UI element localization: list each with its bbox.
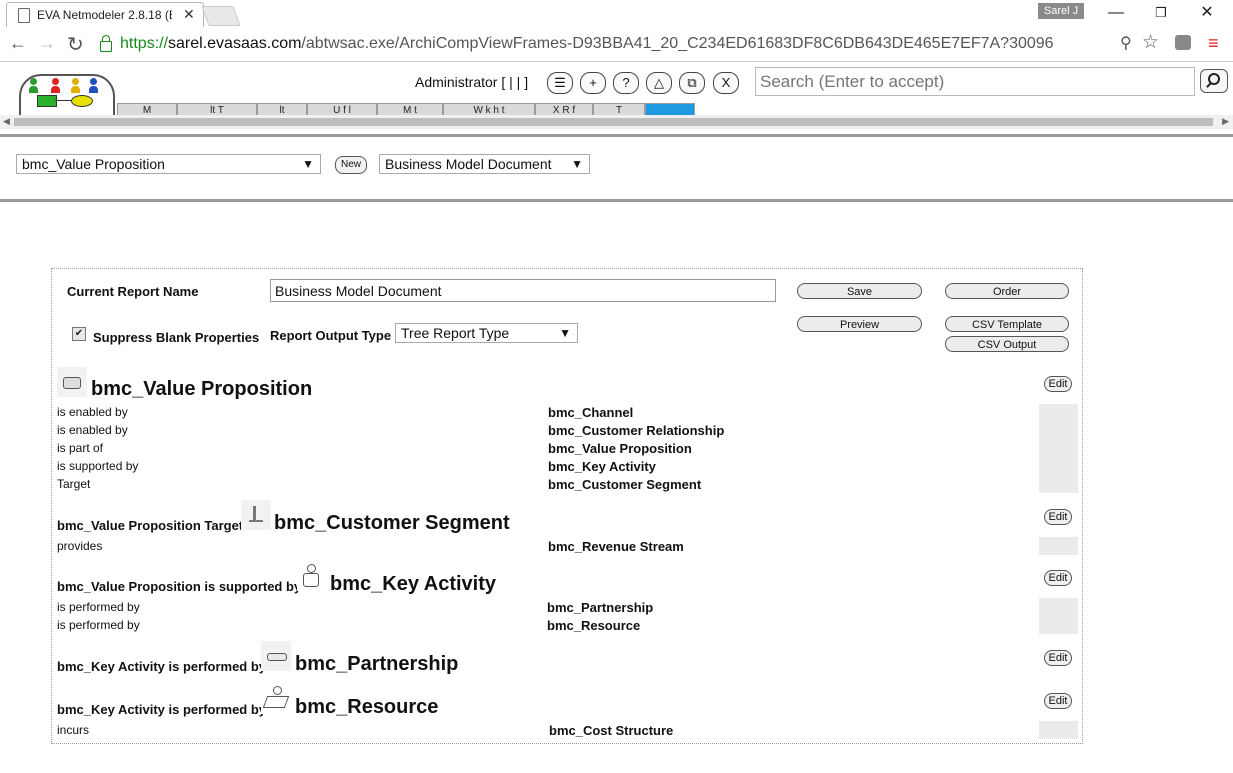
edit-area: [1039, 537, 1078, 555]
relation-label: is performed by: [57, 618, 140, 632]
suppress-blank-label: Suppress Blank Properties: [93, 330, 260, 345]
section-prefix: bmc_Value Proposition Target: [57, 518, 244, 533]
new-tab-button[interactable]: [201, 6, 241, 26]
section-prefix: bmc_Key Activity is performed by: [57, 659, 267, 674]
relation-label: is performed by: [57, 600, 140, 614]
add-button[interactable]: +: [580, 72, 606, 94]
relation-label: is part of: [57, 441, 104, 455]
dropdown-arrow-icon: ▼: [559, 326, 571, 340]
help-button[interactable]: ?: [613, 72, 639, 94]
report-name-input[interactable]: [270, 279, 776, 302]
section-title: bmc_Value Proposition: [91, 378, 313, 400]
window-button[interactable]: ⧉: [679, 72, 705, 94]
relation-label: is supported by: [57, 459, 139, 473]
resource-icon: [261, 684, 291, 714]
horizontal-scrollbar[interactable]: ◀ ▶: [0, 115, 1233, 129]
url-host: sarel.evasaas.com: [168, 35, 302, 52]
csv-output-button[interactable]: CSV Output: [945, 336, 1069, 352]
section-prefix: bmc_Key Activity is performed by: [57, 702, 267, 717]
extension-icon[interactable]: [1175, 35, 1191, 50]
csv-template-button[interactable]: CSV Template: [945, 316, 1069, 332]
edit-button[interactable]: Edit: [1044, 376, 1072, 392]
object-select[interactable]: bmc_Value Proposition ▼: [16, 154, 321, 174]
browser-tab[interactable]: EVA Netmodeler 2.8.18 (B ✕: [6, 2, 204, 28]
relation-label: is enabled by: [57, 405, 128, 419]
search-input[interactable]: [755, 67, 1195, 96]
output-type-label: Report Output Type: [270, 328, 392, 343]
scroll-right-icon[interactable]: ▶: [1222, 116, 1229, 127]
triangle-button[interactable]: △: [646, 72, 672, 94]
relation-target: bmc_Revenue Stream: [548, 539, 684, 554]
relation-target: bmc_Cost Structure: [549, 723, 674, 738]
minimize-icon[interactable]: —: [1093, 0, 1139, 27]
section-title: bmc_Resource: [295, 696, 439, 718]
user-badge[interactable]: Sarel J: [1038, 3, 1084, 19]
menu-icon[interactable]: ≡: [1208, 33, 1219, 54]
restore-icon[interactable]: ❐: [1138, 0, 1184, 27]
report-select[interactable]: Business Model Document ▼: [379, 154, 590, 174]
edit-button[interactable]: Edit: [1044, 570, 1072, 586]
close-window-icon[interactable]: ✕: [1184, 0, 1230, 27]
edit-area: [1039, 721, 1078, 739]
output-type-select[interactable]: Tree Report Type ▼: [395, 323, 578, 343]
edit-area: [1039, 598, 1078, 634]
scroll-thumb[interactable]: [14, 118, 1213, 126]
edit-area: [1039, 404, 1078, 493]
section-title: bmc_Partnership: [295, 653, 459, 675]
relation-target: bmc_Key Activity: [548, 459, 656, 474]
zoom-icon[interactable]: ⚲: [1120, 33, 1132, 53]
new-button[interactable]: New: [335, 156, 367, 174]
section-title: bmc_Customer Segment: [274, 512, 510, 534]
section-title: bmc_Key Activity: [330, 573, 496, 595]
scroll-left-icon[interactable]: ◀: [3, 116, 10, 127]
edit-button[interactable]: Edit: [1044, 650, 1072, 666]
dropdown-arrow-icon: ▼: [302, 157, 314, 171]
relation-label: provides: [57, 539, 103, 553]
document-icon: [18, 8, 30, 23]
edit-button[interactable]: Edit: [1044, 693, 1072, 709]
edit-button[interactable]: Edit: [1044, 509, 1072, 525]
forward-icon[interactable]: →: [38, 33, 56, 54]
save-button[interactable]: Save: [797, 283, 922, 299]
browser-tab-title: EVA Netmodeler 2.8.18 (B: [37, 8, 172, 22]
reload-icon[interactable]: ↻: [67, 32, 84, 57]
output-type-value: Tree Report Type: [401, 325, 510, 341]
back-icon[interactable]: ←: [9, 33, 27, 54]
relation-target: bmc_Customer Segment: [548, 477, 702, 492]
relation-target: bmc_Resource: [547, 618, 641, 633]
report-name-label: Current Report Name: [67, 284, 199, 299]
address-bar[interactable]: https://sarel.evasaas.com/abtwsac.exe/Ar…: [120, 35, 1054, 53]
relation-target: bmc_Channel: [548, 405, 634, 420]
partnership-icon: [261, 641, 291, 671]
search-button[interactable]: [1200, 69, 1228, 93]
dropdown-arrow-icon: ▼: [571, 157, 583, 171]
relation-label: Target: [57, 477, 91, 491]
frame-divider[interactable]: [0, 199, 1233, 202]
url-path: /abtwsac.exe/ArchiCompViewFrames-D93BBA4…: [301, 35, 1054, 52]
user-label: Administrator [ | | ]: [415, 74, 529, 90]
key-activity-icon: [297, 561, 327, 591]
order-button[interactable]: Order: [945, 283, 1069, 299]
relation-label: incurs: [57, 723, 90, 737]
close-button[interactable]: X: [713, 72, 739, 94]
section-prefix: bmc_Value Proposition is supported by: [57, 579, 302, 594]
suppress-blank-checkbox[interactable]: ✔: [72, 327, 86, 341]
tab-close-icon[interactable]: ✕: [183, 6, 195, 23]
customer-segment-icon: [241, 500, 271, 530]
relation-target: bmc_Value Proposition: [548, 441, 692, 456]
lock-icon: [100, 35, 112, 52]
preview-button[interactable]: Preview: [797, 316, 922, 332]
url-scheme: https://: [120, 35, 169, 52]
relation-target: bmc_Customer Relationship: [548, 423, 725, 438]
report-select-value: Business Model Document: [385, 156, 552, 172]
value-proposition-icon: [57, 367, 87, 397]
menu-button[interactable]: ☰: [547, 72, 573, 94]
relation-target: bmc_Partnership: [547, 600, 654, 615]
bookmark-star-icon[interactable]: ☆: [1142, 31, 1159, 54]
relation-label: is enabled by: [57, 423, 128, 437]
object-select-value: bmc_Value Proposition: [22, 156, 165, 172]
eva-logo[interactable]: [19, 74, 115, 120]
